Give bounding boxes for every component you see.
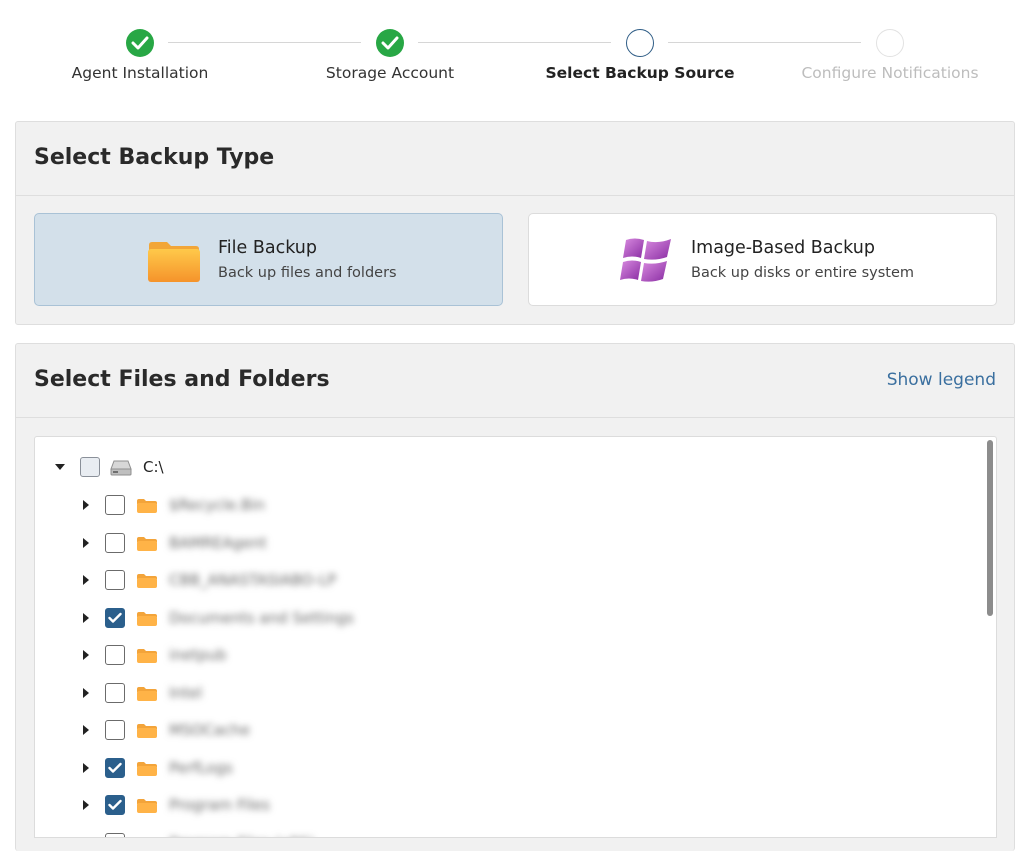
expand-caret-icon[interactable]	[83, 575, 89, 585]
tree-item-label: $Recycle.Bin	[169, 496, 266, 514]
tree-item-label: inetpub	[169, 646, 227, 664]
tree-item-label: PerfLogs	[169, 758, 233, 777]
tree-checkbox[interactable]	[105, 607, 125, 628]
tree-item-label: BAMREAgent	[169, 533, 267, 552]
tree-checkbox[interactable]	[105, 720, 125, 740]
wizard-stepper: Agent Installation Storage Account Selec…	[0, 0, 1023, 110]
tree-item-label: Documents and Settings	[169, 608, 354, 627]
tree-checkbox[interactable]	[105, 570, 125, 590]
folder-icon	[136, 761, 158, 781]
expand-caret-icon[interactable]	[83, 800, 89, 810]
tree-row[interactable]: Program Files (x86)	[35, 829, 935, 839]
tree-item-label: Program Files	[169, 796, 270, 814]
image-backup-title: Image-Based Backup	[691, 238, 875, 258]
file-tree[interactable]: C:\ $Recycle.Bin BAMREAgent CBB_ANASTASIAB…	[34, 436, 997, 838]
image-backup-option[interactable]: Image-Based Backup Back up disks or enti…	[528, 213, 997, 306]
expand-caret-icon[interactable]	[83, 762, 89, 773]
tree-item-label: MSOCache	[169, 721, 250, 739]
tree-row[interactable]: $Recycle.Bin	[35, 491, 935, 519]
folder-icon	[147, 241, 201, 287]
tree-checkbox[interactable]	[105, 795, 125, 815]
tree-checkbox[interactable]	[105, 682, 125, 703]
expand-caret-icon[interactable]	[83, 537, 89, 548]
folder-icon	[136, 723, 158, 743]
expand-caret-icon[interactable]	[83, 612, 89, 623]
tree-root-label: C:\	[143, 458, 164, 476]
step-complete-icon	[376, 29, 404, 57]
collapse-caret-icon[interactable]	[55, 464, 65, 470]
files-folders-header: Select Files and Folders Show legend	[16, 344, 1014, 418]
backup-type-title: Select Backup Type	[34, 145, 275, 170]
tree-checkbox[interactable]	[80, 457, 100, 477]
tree-checkbox[interactable]	[105, 495, 125, 515]
step-agent-installation[interactable]: Agent Installation	[15, 64, 265, 82]
file-backup-option[interactable]: File Backup Back up files and folders	[34, 213, 503, 306]
folder-icon	[136, 536, 158, 556]
step-complete-icon	[126, 29, 154, 57]
tree-row[interactable]: Intel	[35, 679, 935, 707]
image-backup-description: Back up disks or entire system	[691, 265, 915, 281]
backup-type-panel: Select Backup Type File Backup Back up f…	[15, 121, 1015, 325]
expand-caret-icon[interactable]	[83, 650, 89, 660]
expand-caret-icon[interactable]	[83, 687, 89, 698]
expand-caret-icon[interactable]	[83, 500, 89, 510]
tree-row[interactable]: CBB_ANASTASIABO-LP	[35, 566, 935, 594]
windows-logo-icon	[620, 234, 674, 290]
step-current-icon	[626, 29, 654, 57]
show-legend-link[interactable]: Show legend	[887, 370, 996, 390]
files-folders-panel: Select Files and Folders Show legend C:\…	[15, 343, 1015, 851]
tree-root-row[interactable]: C:\	[35, 453, 935, 481]
tree-checkbox[interactable]	[105, 645, 125, 665]
expand-caret-icon[interactable]	[83, 725, 89, 735]
tree-checkbox[interactable]	[105, 832, 125, 837]
tree-item-label: Program Files (x86)	[169, 834, 314, 838]
folder-icon	[136, 648, 158, 668]
tree-row[interactable]: inetpub	[35, 641, 935, 669]
expand-caret-icon[interactable]	[83, 838, 89, 839]
files-folders-title: Select Files and Folders	[34, 367, 330, 392]
folder-icon	[136, 573, 158, 593]
step-configure-notifications: Configure Notifications	[801, 64, 979, 82]
tree-row[interactable]: MSOCache	[35, 716, 935, 744]
folder-icon	[136, 798, 158, 818]
folder-icon	[136, 498, 158, 518]
step-connector	[418, 42, 611, 43]
step-connector	[168, 42, 361, 43]
drive-icon	[110, 460, 132, 480]
file-backup-description: Back up files and folders	[218, 265, 397, 281]
backup-type-header: Select Backup Type	[16, 122, 1014, 196]
folder-icon	[136, 611, 158, 631]
step-connector	[668, 42, 861, 43]
tree-item-label: CBB_ANASTASIABO-LP	[169, 571, 337, 589]
step-pending-icon	[876, 29, 904, 57]
file-backup-title: File Backup	[218, 238, 317, 258]
tree-row[interactable]: BAMREAgent	[35, 529, 935, 557]
tree-row[interactable]: PerfLogs	[35, 754, 935, 782]
tree-row[interactable]: Documents and Settings	[35, 604, 935, 632]
folder-icon	[136, 836, 158, 837]
tree-scrollbar[interactable]	[987, 440, 993, 616]
tree-row[interactable]: Program Files	[35, 791, 935, 819]
folder-icon	[136, 686, 158, 706]
step-select-backup-source[interactable]: Select Backup Source	[515, 64, 765, 82]
tree-item-label: Intel	[169, 683, 203, 702]
step-storage-account[interactable]: Storage Account	[265, 64, 515, 82]
tree-checkbox[interactable]	[105, 757, 125, 778]
tree-checkbox[interactable]	[105, 532, 125, 553]
